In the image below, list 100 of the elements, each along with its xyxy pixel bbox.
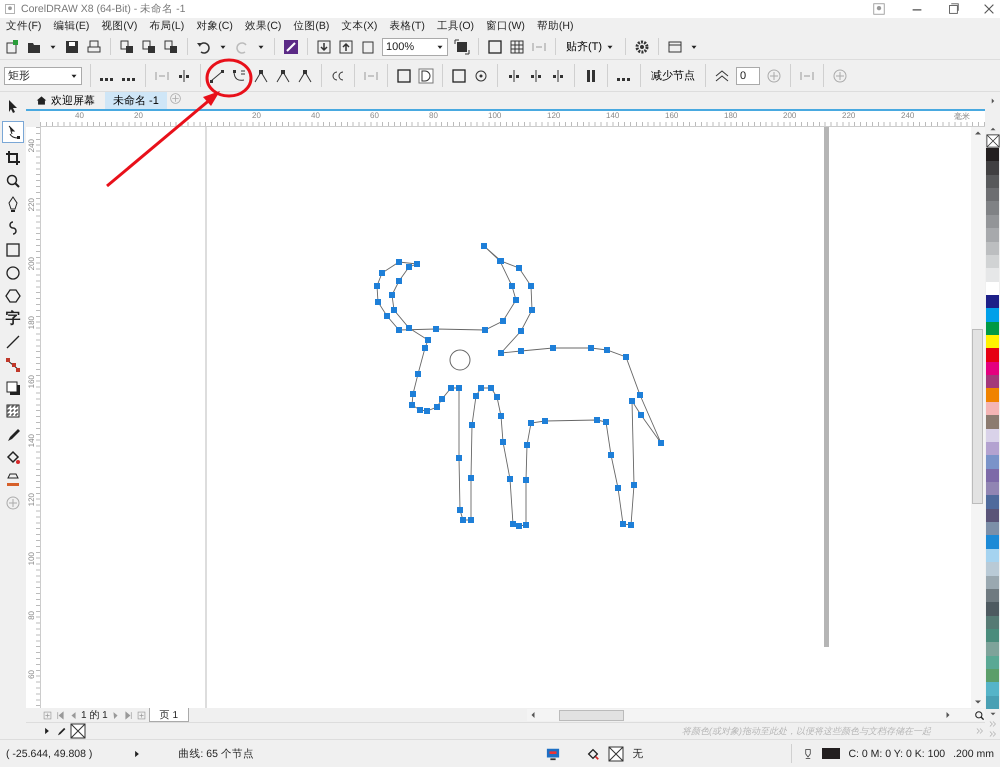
menu-item[interactable]: 编辑(E)	[47, 19, 96, 33]
no-fill-icon[interactable]	[608, 746, 624, 762]
page-tab[interactable]: 页 1	[148, 708, 190, 722]
color-swatch[interactable]	[986, 415, 999, 429]
color-swatch[interactable]	[986, 148, 999, 162]
color-swatch[interactable]	[986, 254, 999, 268]
ellipse-icon[interactable]	[5, 265, 21, 281]
grid-icon[interactable]	[509, 38, 525, 54]
color-swatch[interactable]	[986, 628, 999, 642]
color-swatch[interactable]	[986, 402, 999, 416]
close-icon[interactable]	[982, 2, 996, 16]
smart-fill-icon[interactable]	[5, 472, 21, 488]
color-swatch[interactable]	[986, 682, 999, 696]
color-swatch[interactable]	[986, 696, 999, 710]
full-screen-icon[interactable]	[454, 38, 470, 54]
new-document-icon[interactable]	[4, 38, 20, 54]
color-swatch[interactable]	[986, 602, 999, 616]
d-shape-icon[interactable]	[418, 68, 434, 84]
menu-item[interactable]: 对象(C)	[190, 19, 239, 33]
rectangle-icon[interactable]	[5, 242, 21, 258]
color-swatch[interactable]	[986, 282, 999, 295]
color-swatch[interactable]	[986, 508, 999, 522]
zoom-dropdown[interactable]: 100%	[382, 38, 448, 56]
fill-icon[interactable]	[5, 449, 21, 465]
color-swatch[interactable]	[986, 294, 999, 308]
menu-item[interactable]: 帮助(H)	[530, 19, 580, 33]
line-icon[interactable]	[5, 334, 21, 350]
color-swatch[interactable]	[986, 228, 999, 242]
color-swatch[interactable]	[986, 562, 999, 576]
polygon-icon[interactable]	[5, 288, 21, 304]
color-swatch[interactable]	[986, 616, 999, 629]
save-icon[interactable]	[64, 38, 80, 54]
color-swatch[interactable]	[986, 535, 999, 549]
window-icon[interactable]	[667, 38, 684, 54]
color-swatch[interactable]	[986, 174, 999, 188]
menu-item[interactable]: 布局(L)	[143, 19, 190, 33]
color-swatch[interactable]	[986, 242, 999, 255]
color-swatch[interactable]	[986, 348, 999, 362]
color-profile-icon[interactable]	[546, 746, 560, 760]
color-swatch[interactable]	[986, 214, 999, 228]
color-swatch[interactable]	[986, 201, 999, 215]
color-swatch[interactable]	[986, 669, 999, 682]
color-swatch[interactable]	[986, 268, 999, 282]
menu-item[interactable]: 位图(B)	[287, 19, 336, 33]
snap-button[interactable]: 贴齐(T)	[564, 39, 618, 54]
line-icon[interactable]	[209, 68, 225, 84]
fill-icon[interactable]	[586, 746, 600, 760]
color-swatch[interactable]	[986, 188, 999, 202]
color-swatch[interactable]	[986, 335, 999, 348]
print-icon[interactable]	[86, 38, 102, 54]
color-swatch[interactable]	[986, 308, 999, 322]
connector-icon[interactable]	[5, 357, 21, 373]
crop-icon[interactable]	[5, 150, 21, 166]
no-color-swatch-icon[interactable]	[986, 134, 1000, 148]
shape-dropdown[interactable]: 矩形	[4, 66, 82, 84]
text-tool[interactable]: 字	[6, 311, 20, 327]
no-color-icon[interactable]	[70, 723, 86, 739]
color-swatch[interactable]	[986, 442, 999, 456]
transparency-icon[interactable]	[5, 403, 21, 419]
color-swatch[interactable]	[986, 455, 999, 469]
curve-drawing[interactable]	[374, 243, 664, 529]
zoom-icon[interactable]	[5, 173, 21, 189]
color-swatch[interactable]	[986, 388, 999, 402]
color-swatch[interactable]	[986, 588, 999, 602]
color-swatch[interactable]	[986, 161, 999, 175]
drop-shadow-icon[interactable]	[5, 380, 21, 396]
color-swatch[interactable]	[986, 656, 999, 670]
menu-item[interactable]: 窗口(W)	[480, 19, 531, 33]
menu-item[interactable]: 文本(X)	[335, 19, 384, 33]
color-swatch[interactable]	[986, 576, 999, 589]
import-icon[interactable]	[316, 38, 332, 54]
zoom-icon[interactable]	[974, 710, 985, 720]
export-icon[interactable]	[338, 38, 354, 54]
smoothness-icon[interactable]	[714, 68, 730, 84]
color-swatch[interactable]	[986, 522, 999, 536]
color-swatch[interactable]	[986, 468, 999, 482]
copy-icon[interactable]	[141, 38, 157, 54]
menu-item[interactable]: 工具(O)	[430, 19, 480, 33]
menu-item[interactable]: 效果(C)	[238, 19, 288, 33]
shape-tool-icon[interactable]	[2, 121, 24, 143]
scrollbar-thumb[interactable]	[559, 710, 624, 720]
color-swatch[interactable]	[986, 428, 999, 442]
settings-icon[interactable]	[634, 38, 650, 54]
document-tab[interactable]: 未命名 -1	[105, 92, 167, 109]
color-swatch[interactable]	[986, 375, 999, 388]
color-swatch[interactable]	[986, 642, 999, 656]
color-swatch[interactable]	[986, 548, 999, 562]
eyedropper-icon[interactable]	[56, 726, 66, 736]
menu-item[interactable]: 表格(T)	[383, 19, 431, 33]
menu-item[interactable]: 视图(V)	[95, 19, 144, 33]
color-swatch[interactable]	[986, 482, 999, 496]
scrollbar-thumb[interactable]	[972, 329, 984, 504]
smoothness-field[interactable]: 0	[736, 66, 760, 84]
color-swatch[interactable]	[986, 495, 999, 509]
color-swatch[interactable]	[986, 362, 999, 376]
eyedropper-icon[interactable]	[5, 426, 21, 442]
reduce-nodes-button[interactable]: 减少节点	[649, 68, 697, 83]
curve-icon[interactable]	[231, 68, 247, 84]
restore-icon[interactable]	[946, 2, 960, 16]
color-swatch[interactable]	[986, 322, 999, 336]
